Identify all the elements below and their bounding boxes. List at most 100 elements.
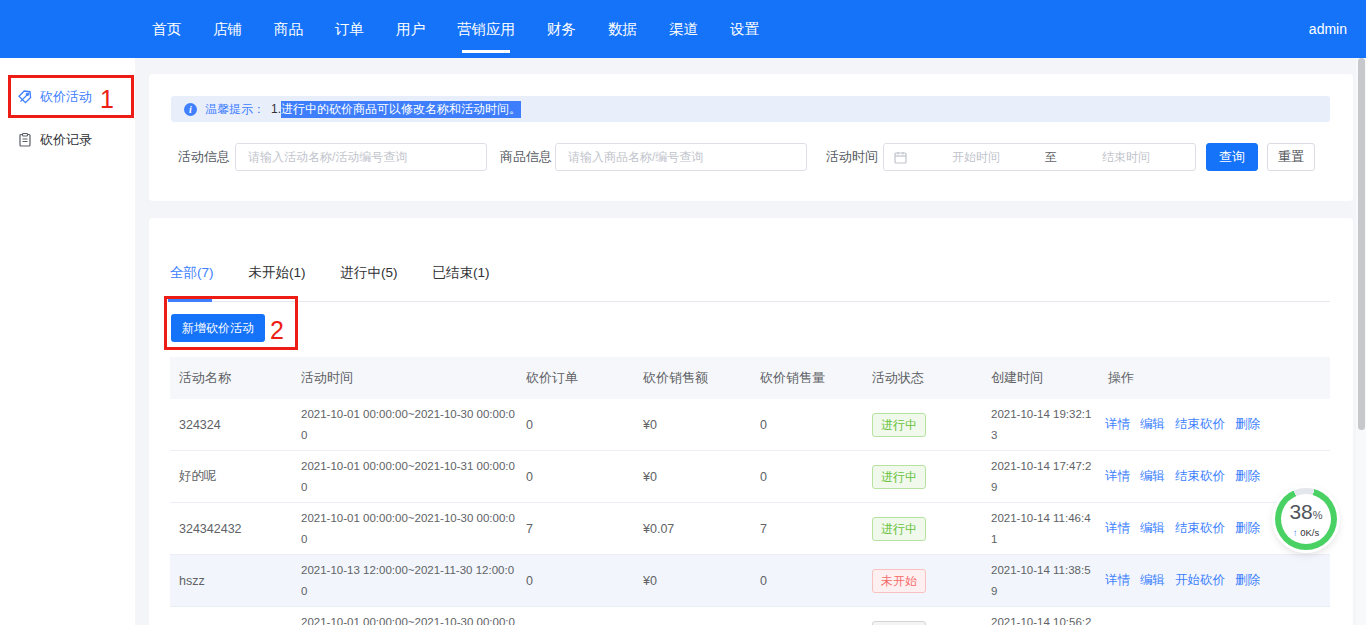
network-monitor-widget[interactable]: 38% ↑ 0K/s (1275, 488, 1337, 550)
cell-bargain-orders: 0 (517, 574, 634, 588)
cell-activity-name: 好的呢 (170, 468, 292, 485)
cell-bargain-qty: 0 (751, 418, 869, 432)
annotation-box-1: 1 (8, 75, 134, 118)
search-button[interactable]: 查询 (1206, 143, 1258, 171)
cell-bargain-orders: 0 (517, 470, 634, 484)
date-separator: 至 (1045, 149, 1057, 166)
action-link[interactable]: 编辑 (1140, 572, 1165, 589)
status-badge: 进行中 (872, 517, 926, 541)
cell-activity-period: 2021-10-01 00:00:00~2021-10-30 00:00:00 (292, 612, 517, 625)
info-icon: i (184, 103, 197, 116)
annotation-box-2: 2 (164, 296, 298, 350)
action-link[interactable]: 结束砍价 (1175, 416, 1225, 433)
nav-item[interactable]: 财务 (547, 0, 576, 58)
cell-activity-status: 进行中 (869, 413, 982, 437)
tab[interactable]: 进行中(5) (341, 264, 398, 282)
goods-info-label: 商品信息 (500, 143, 552, 171)
nav-item[interactable]: 渠道 (669, 0, 698, 58)
date-range-picker[interactable]: 开始时间 至 结束时间 (883, 143, 1196, 171)
scrollbar-thumb[interactable] (1358, 58, 1365, 430)
speed-value: 0K/s (1300, 527, 1319, 538)
cell-activity-name: hszz (170, 574, 292, 588)
cell-created-time: 2021-10-14 17:47:29 (982, 456, 1099, 498)
nav-item[interactable]: 店铺 (213, 0, 242, 58)
action-link[interactable]: 编辑 (1140, 468, 1165, 485)
action-link[interactable]: 详情 (1105, 520, 1130, 537)
cell-bargain-orders: 7 (517, 522, 634, 536)
nav-item[interactable]: 商品 (274, 0, 303, 58)
cell-bargain-sales: ¥0 (634, 418, 751, 432)
cell-activity-status: 未开始 (869, 569, 982, 593)
cell-bargain-qty: 7 (751, 522, 869, 536)
upload-arrow-icon: ↑ (1293, 527, 1298, 538)
column-header: 砍价订单 (517, 369, 634, 387)
activity-search-input[interactable] (235, 143, 487, 171)
user-name[interactable]: admin (1309, 0, 1347, 58)
column-header: 活动时间 (292, 369, 517, 387)
status-badge: 进行中 (872, 465, 926, 489)
sidebar: 砍价活动 砍价记录 1 (0, 58, 135, 625)
action-link[interactable]: 删除 (1235, 468, 1260, 485)
column-header: 活动名称 (170, 369, 292, 387)
cell-bargain-qty: 0 (751, 574, 869, 588)
action-link[interactable]: 详情 (1105, 572, 1130, 589)
action-link[interactable]: 删除 (1235, 572, 1260, 589)
table-row: 好的呢2021-10-01 00:00:00~2021-10-31 00:00:… (170, 451, 1330, 503)
filter-card: i 温馨提示： 1.进行中的砍价商品可以修改名称和活动时间。 活动信息 商品信息… (149, 74, 1353, 201)
action-link[interactable]: 删除 (1235, 416, 1260, 433)
cell-activity-status: 已结束 (869, 621, 982, 625)
action-link[interactable]: 详情 (1105, 468, 1130, 485)
cell-created-time: 2021-10-14 10:56:2 (982, 612, 1099, 625)
status-badge: 已结束 (872, 621, 926, 625)
column-header: 砍价销售额 (634, 369, 751, 387)
cell-created-time: 2021-10-14 19:32:13 (982, 404, 1099, 446)
status-badge: 进行中 (872, 413, 926, 437)
nav-item[interactable]: 订单 (335, 0, 364, 58)
action-link[interactable]: 详情 (1105, 416, 1130, 433)
tab[interactable]: 未开始(1) (249, 264, 306, 282)
cell-activity-period: 2021-10-01 00:00:00~2021-10-31 00:00:00 (292, 456, 517, 498)
cell-operations: 详情编辑开始砍价删除 (1099, 572, 1330, 589)
tip-number: 1. (271, 102, 281, 116)
nav-item[interactable]: 营销应用 (457, 0, 515, 58)
activity-time-label: 活动时间 (826, 143, 878, 171)
annotation-number-2: 2 (270, 316, 284, 345)
main-nav: 首页店铺商品订单用户营销应用财务数据渠道设置 (152, 0, 759, 58)
tip-highlighted-text: 进行中的砍价商品可以修改名称和活动时间。 (281, 101, 521, 118)
sidebar-item-bargain-record[interactable]: 砍价记录 (0, 124, 135, 156)
cell-operations: 详情编辑结束砍价删除 (1099, 468, 1330, 485)
tab[interactable]: 已结束(1) (433, 264, 490, 282)
cell-activity-status: 进行中 (869, 517, 982, 541)
action-link[interactable]: 删除 (1235, 520, 1260, 537)
column-header: 砍价销售量 (751, 369, 869, 387)
nav-item[interactable]: 数据 (608, 0, 637, 58)
goods-search-input[interactable] (555, 143, 807, 171)
percent-value: 38 (1289, 500, 1312, 523)
nav-item[interactable]: 设置 (730, 0, 759, 58)
cell-activity-name: 324342432 (170, 522, 292, 536)
action-link[interactable]: 结束砍价 (1175, 468, 1225, 485)
action-link[interactable]: 开始砍价 (1175, 572, 1225, 589)
status-tabs: 全部(7) 未开始(1) 进行中(5) 已结束(1) (170, 264, 490, 282)
cell-bargain-sales: ¥0.07 (634, 522, 751, 536)
action-link[interactable]: 结束砍价 (1175, 520, 1225, 537)
start-time-placeholder[interactable]: 开始时间 (907, 149, 1045, 166)
tip-bar: i 温馨提示： 1.进行中的砍价商品可以修改名称和活动时间。 (171, 96, 1330, 122)
table-row: 2021-10-01 00:00:00~2021-10-30 00:00:00 已… (170, 607, 1330, 625)
percent-sign: % (1313, 509, 1323, 521)
cell-created-time: 2021-10-14 11:46:41 (982, 508, 1099, 550)
scrollbar-track[interactable] (1356, 58, 1366, 625)
reset-button[interactable]: 重置 (1267, 143, 1315, 171)
nav-item[interactable]: 首页 (152, 0, 181, 58)
tabs-divider (170, 301, 1330, 302)
action-link[interactable]: 编辑 (1140, 416, 1165, 433)
sidebar-item-label: 砍价记录 (40, 131, 92, 149)
table-row: hszz2021-10-13 12:00:00~2021-11-30 12:00… (170, 555, 1330, 607)
cell-bargain-sales: ¥0 (634, 574, 751, 588)
tab[interactable]: 全部(7) (170, 264, 214, 282)
activity-info-label: 活动信息 (178, 143, 230, 171)
action-link[interactable]: 编辑 (1140, 520, 1165, 537)
table-row: 3243424322021-10-01 00:00:00~2021-10-30 … (170, 503, 1330, 555)
end-time-placeholder[interactable]: 结束时间 (1057, 149, 1195, 166)
nav-item[interactable]: 用户 (396, 0, 425, 58)
